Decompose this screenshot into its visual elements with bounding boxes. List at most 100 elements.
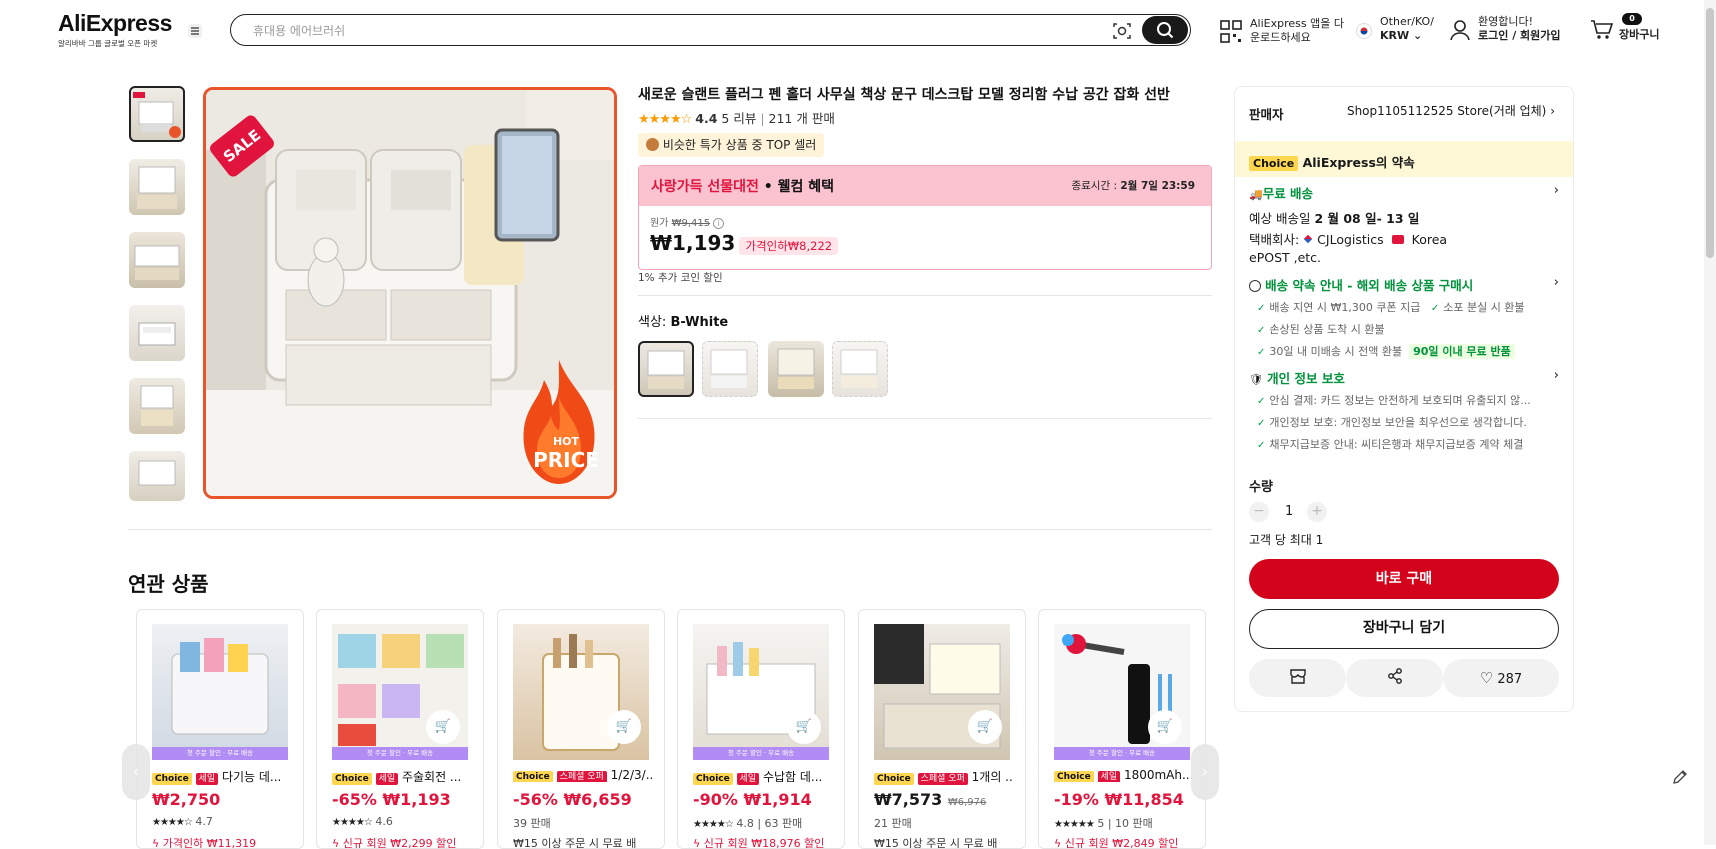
color-label: 색상: B-White — [638, 311, 728, 330]
logo-subtitle: 알리바바 그룹 글로벌 오픈 마켓 — [58, 39, 158, 48]
choice-tag: Choice — [1054, 771, 1094, 782]
main-product-image[interactable]: SALE HOT PRICE — [203, 87, 617, 499]
chevron-right-icon: › — [1553, 275, 1559, 290]
orig-price: ₩9,415 — [671, 218, 711, 229]
search-button[interactable] — [1142, 16, 1188, 44]
swatch-image — [647, 350, 685, 389]
eta-dates: 2 월 08 일- 13 일 — [1314, 211, 1420, 226]
color-option-2[interactable] — [702, 341, 758, 397]
seller-link[interactable]: Shop1105112525 Store(거래 업체) › — [1347, 102, 1555, 119]
wishlist-button[interactable]: ♡ 287 — [1443, 659, 1559, 697]
scrollbar-thumb[interactable] — [1706, 8, 1714, 258]
share-icon — [1387, 668, 1402, 684]
quantity-limit: 고객 당 최대 1 — [1249, 533, 1324, 547]
special-offer-tag: 스페셜 오퍼 — [556, 771, 607, 782]
check-icon: ✓ — [1257, 396, 1266, 407]
promo-band: 첫 주문 할인 · 무료 배송 — [693, 747, 829, 760]
buy-now-button[interactable]: 바로 구매 — [1249, 559, 1559, 599]
page-scrollbar[interactable] — [1704, 0, 1716, 845]
product-extra: 신규 회원 ₩18,976 할인 — [703, 837, 825, 849]
related-product-card[interactable]: 첫 주문 할인 · 무료 배송 🛒 Choice 세일 1800mAh... -… — [1038, 609, 1206, 849]
thumbnail-4[interactable] — [129, 305, 185, 361]
swatch-image — [710, 349, 748, 388]
locale-line1: Other/KO/ — [1380, 15, 1434, 28]
chevron-right-icon: › — [1550, 104, 1555, 118]
add-to-cart-icon[interactable]: 🛒 — [1148, 710, 1182, 744]
info-icon[interactable]: i — [713, 218, 725, 229]
promo-subtitle: • 웰컴 혜택 — [758, 179, 835, 195]
free-shipping-label: 무료 배송 — [1262, 186, 1314, 201]
cj-logo-icon — [1303, 234, 1313, 244]
add-to-cart-icon[interactable]: 🛒 — [787, 710, 821, 744]
color-option-4[interactable] — [832, 341, 888, 397]
delivery-promise-2: 소포 분실 시 환불 — [1443, 301, 1525, 314]
related-product-card[interactable]: 첫 주문 할인 · 무료 배송 🛒 Choice 세일 주술회전 ... -65… — [316, 609, 484, 849]
korea-flag-icon — [1356, 23, 1372, 39]
thumbnail-image — [134, 245, 180, 280]
carousel-prev-button[interactable]: ‹ — [122, 744, 150, 800]
promo-time-label: 종료시간 : — [1071, 180, 1121, 192]
related-product-card[interactable]: 첫 주문 할인 · 무료 배송 Choice 세일 다기능 데... ₩2,75… — [136, 609, 304, 849]
color-value: B-White — [670, 315, 729, 330]
share-button[interactable] — [1346, 659, 1443, 697]
add-to-cart-icon[interactable]: 🛒 — [607, 710, 641, 744]
quantity-label: 수량 — [1249, 480, 1273, 495]
quantity-decrease-button[interactable]: − — [1249, 502, 1269, 522]
quantity-value[interactable]: 1 — [1285, 504, 1293, 519]
add-to-cart-icon[interactable]: 🛒 — [968, 710, 1002, 744]
review-count[interactable]: 5 리뷰 — [721, 111, 756, 126]
product-meta: 39 판매 — [513, 817, 551, 830]
search-icon — [1157, 22, 1174, 39]
camera-search-icon[interactable] — [1112, 21, 1132, 41]
lightning-icon: ϟ — [332, 837, 340, 849]
product-meta: 5 | 10 판매 — [1097, 817, 1153, 830]
delivery-promise-4: 30일 내 미배송 시 전액 환불 — [1269, 345, 1403, 358]
store-button[interactable] — [1249, 659, 1346, 697]
shipping-section[interactable]: 🚚무료 배송 › 예상 배송일 2 월 08 일- 13 일 택배회사: CJLo… — [1249, 183, 1559, 267]
color-option-3[interactable] — [768, 341, 824, 397]
app-download-line1: AliExpress 앱을 다 — [1250, 17, 1344, 30]
promo-box: 사랑가득 선물대전 • 웰컴 혜택 종료시간 : 2월 7일 23:59 원가 … — [638, 165, 1212, 270]
privacy-section[interactable]: 🛡 개인 정보 보호 › ✓ 안심 결제: 카드 정보는 안전하게 보호되며 유출되… — [1249, 368, 1559, 452]
menu-icon[interactable] — [188, 24, 202, 38]
eta-prefix: 예상 배송일 — [1249, 211, 1315, 226]
quantity-increase-button[interactable]: + — [1307, 502, 1327, 522]
thumbnail-1[interactable] — [129, 86, 185, 142]
delivery-promise-section[interactable]: 배송 약속 안내 - 해외 배송 상품 구매시 › ✓ 배송 지연 시 ₩1,300… — [1249, 275, 1559, 359]
product-extra: ₩15 이상 주문 시 무료 배 — [874, 837, 998, 849]
promo-band: 첫 주문 할인 · 무료 배송 — [1054, 747, 1190, 760]
check-icon: ✓ — [1430, 303, 1440, 314]
aliexpress-logo[interactable]: AliExpress 알리바바 그룹 글로벌 오픈 마켓 — [58, 10, 172, 49]
current-price: ₩1,193 — [650, 231, 736, 255]
cart-label: 장바구니 — [1619, 28, 1660, 41]
search-input[interactable] — [253, 21, 1073, 41]
rating-stars-icon: ★★★★☆ — [152, 817, 193, 828]
thumbnail-3[interactable] — [129, 232, 185, 288]
product-extra: ₩15 이상 주문 시 무료 배 — [513, 837, 637, 849]
thumbnail-2[interactable] — [129, 159, 185, 215]
product-thumbnail: 🛒 — [874, 624, 1010, 760]
product-meta: 4.8 | 63 판매 — [736, 817, 803, 830]
thumbnail-5[interactable] — [129, 378, 185, 434]
related-product-card[interactable]: 🛒 Choice 스페셜 오퍼 1개의 ... ₩7,573 ₩6,976 21… — [858, 609, 1026, 849]
product-name: 다기능 데... — [221, 770, 282, 784]
aliexpress-promise-bar: Choice AliExpress의 약속 — [1235, 141, 1573, 177]
chevron-right-icon: › — [1201, 762, 1209, 781]
swatch-image — [777, 348, 815, 389]
product-price: -90% ₩1,914 — [693, 790, 812, 809]
truck-icon: 🚚 — [1249, 188, 1263, 201]
special-offer-tag: 스페셜 오퍼 — [917, 773, 968, 785]
promo-title: 사랑가득 선물대전 — [651, 179, 759, 195]
top-seller-text: 비슷한 특가 상품 중 TOP 셀러 — [662, 138, 817, 152]
related-product-card[interactable]: 첫 주문 할인 · 무료 배송 🛒 Choice 세일 수납함 데... -90… — [677, 609, 845, 849]
feedback-pencil-icon[interactable] — [1671, 768, 1689, 786]
carousel-next-button[interactable]: › — [1191, 744, 1219, 800]
add-to-cart-icon[interactable]: 🛒 — [426, 710, 460, 744]
add-to-cart-button[interactable]: 장바구니 담기 — [1249, 609, 1559, 649]
thumbnail-6[interactable] — [129, 451, 185, 501]
rating-value: 4.4 — [695, 111, 718, 126]
logo-text: AliExpress — [58, 10, 172, 36]
color-option-1[interactable] — [638, 341, 694, 397]
sale-tag: 세일 — [1097, 771, 1121, 782]
related-product-card[interactable]: 🛒 Choice 스페셜 오퍼 1/2/3/... -56% ₩6,659 39… — [497, 609, 665, 849]
